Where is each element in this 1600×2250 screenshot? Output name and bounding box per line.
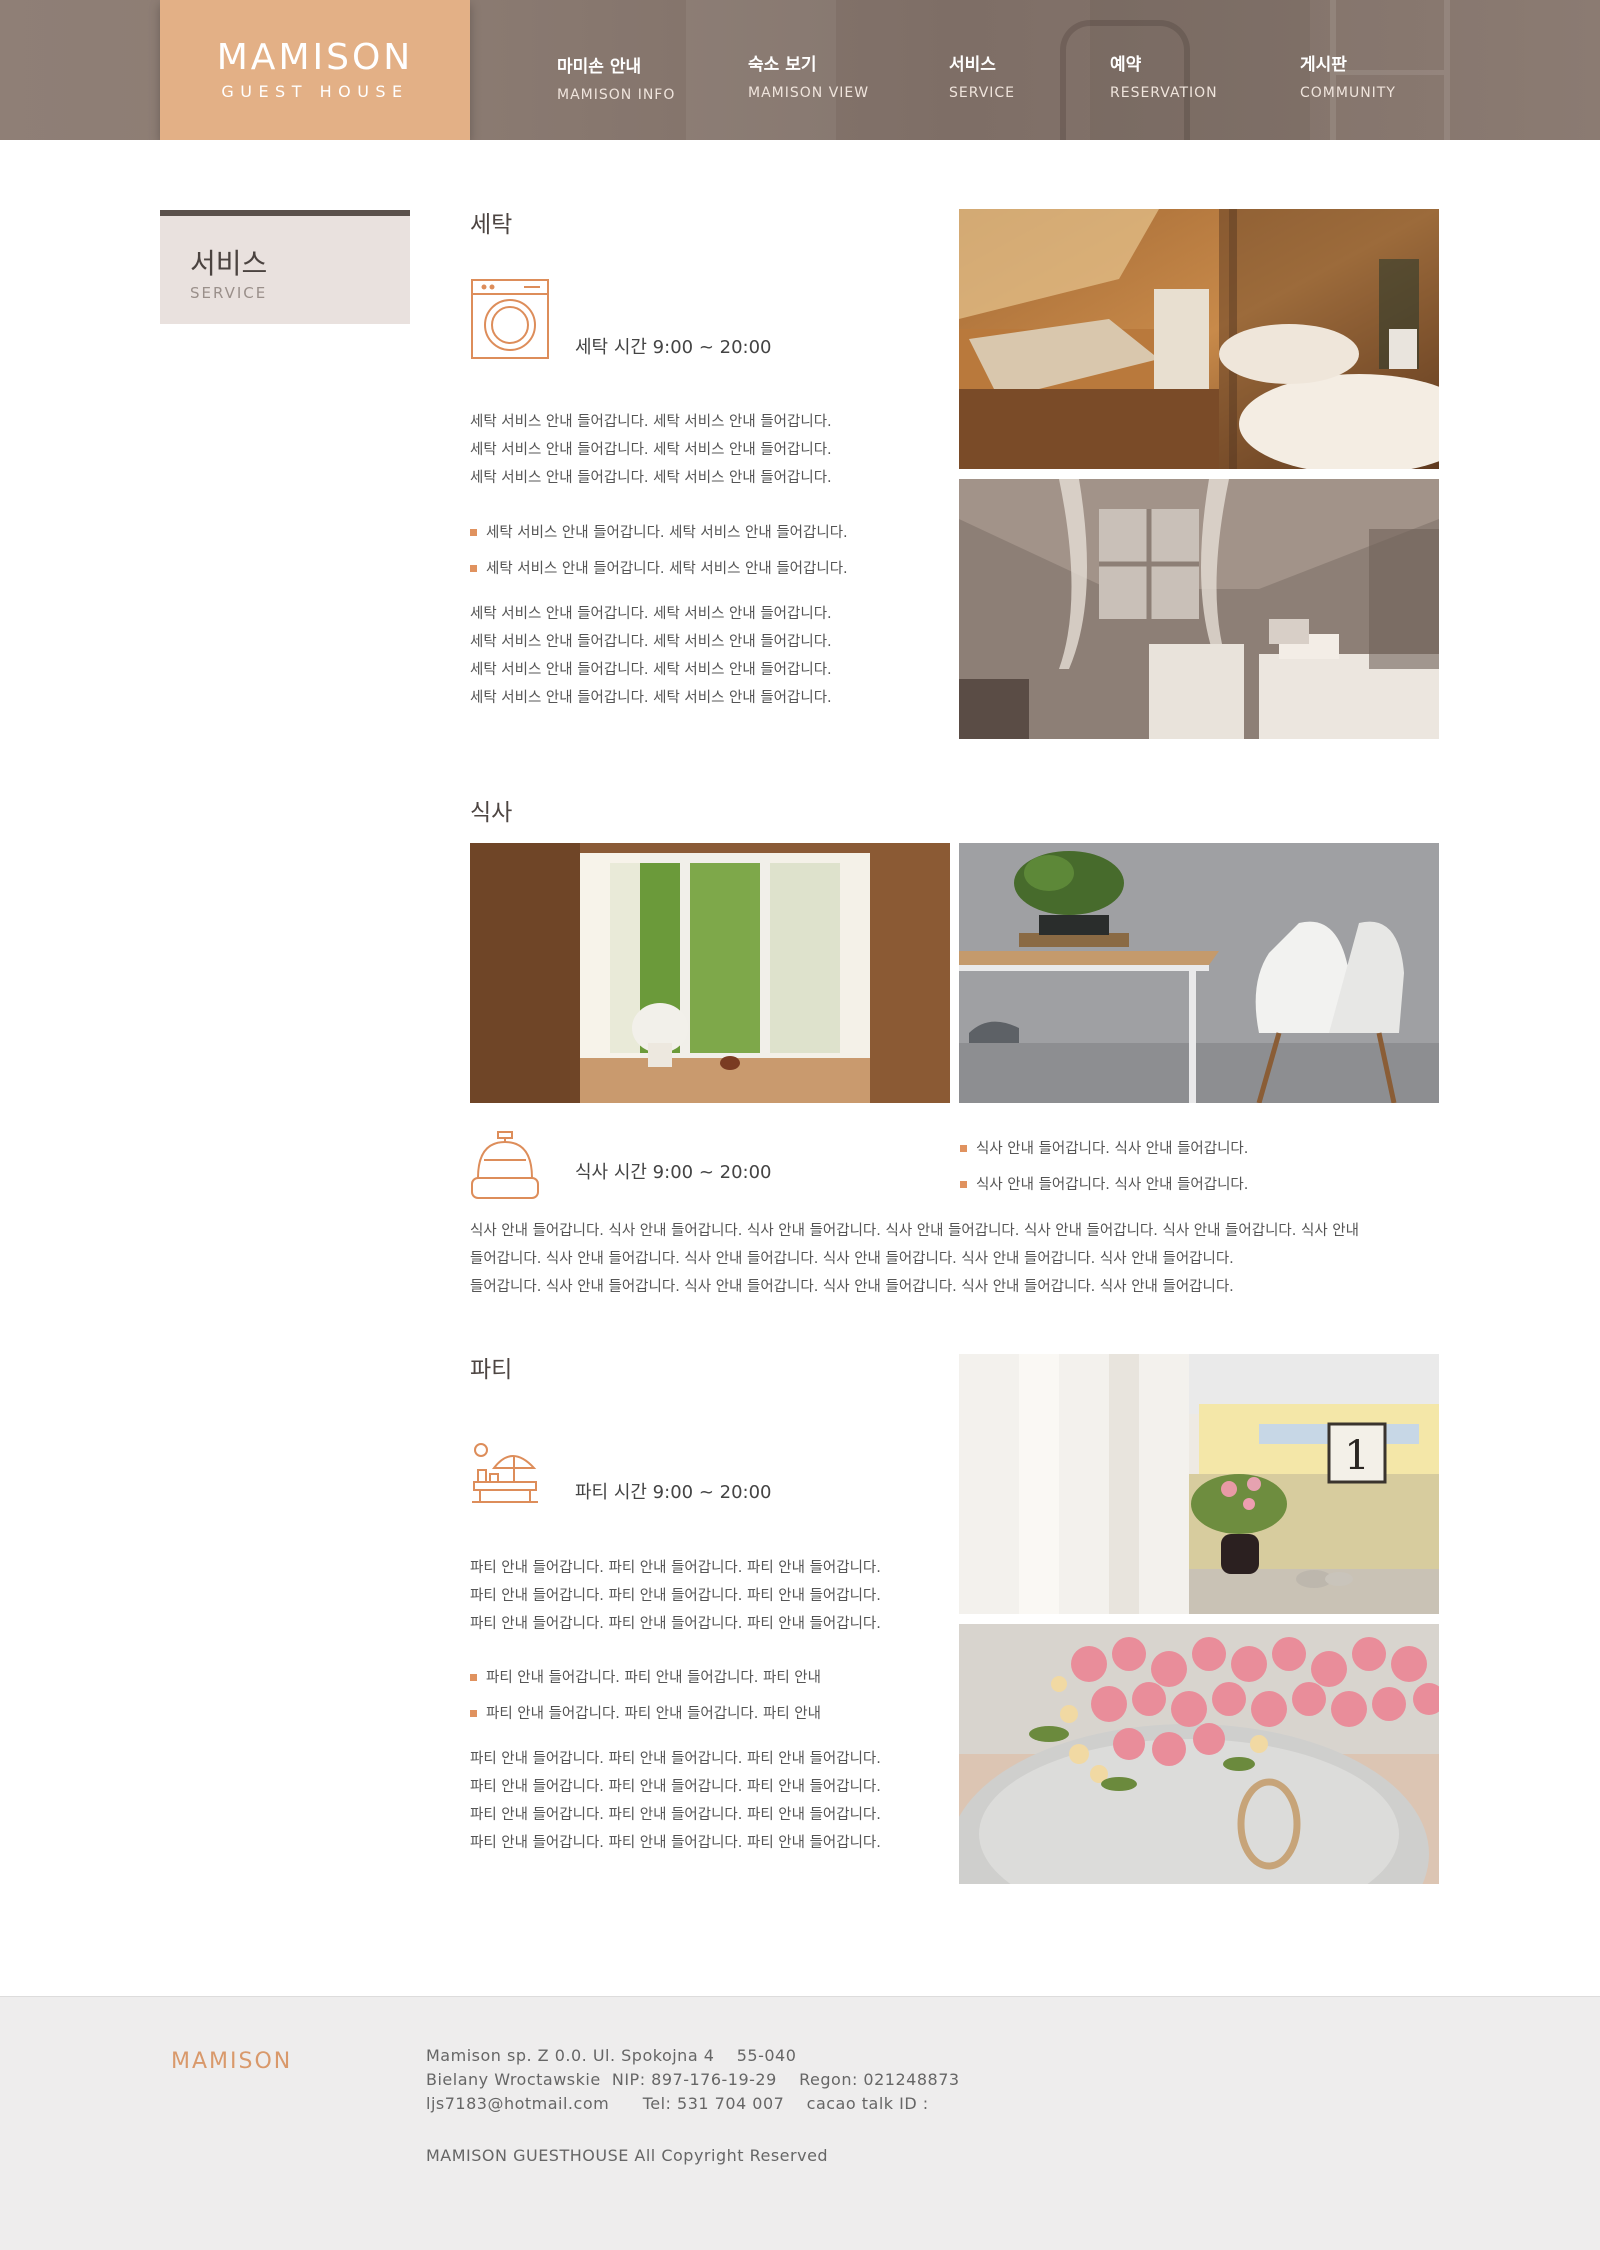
window-photo	[470, 843, 950, 1103]
sidebar-subtitle: SERVICE	[190, 284, 268, 302]
list-item: 파티 안내 들어갑니다. 파티 안내 들어갑니다. 파티 안내	[470, 1702, 821, 1723]
nav-item-mamison-info[interactable]: 마미손 안내 MAMISON INFO	[557, 52, 675, 103]
text-line: 세탁 서비스 안내 들어갑니다. 세탁 서비스 안내 들어갑니다.	[470, 634, 832, 650]
laundry-hours: 세탁 시간 9:00 ~ 20:00	[575, 337, 772, 358]
list-item: 식사 안내 들어갑니다. 식사 안내 들어갑니다.	[960, 1137, 1248, 1158]
site-logo[interactable]: MAMISON GUEST HOUSE	[160, 0, 470, 140]
washing-machine-icon	[471, 279, 549, 359]
bathroom-photo	[959, 209, 1439, 469]
party-hours: 파티 시간 9:00 ~ 20:00	[575, 1482, 772, 1503]
text-line: 식사 안내 들어갑니다. 식사 안내 들어갑니다. 식사 안내 들어갑니다. 식…	[470, 1223, 1359, 1239]
nav-label-ko: 마미손 안내	[557, 57, 642, 77]
party-bullet-list: 파티 안내 들어갑니다. 파티 안내 들어갑니다. 파티 안내 파티 안내 들어…	[470, 1666, 821, 1723]
text-line: 세탁 서비스 안내 들어갑니다. 세탁 서비스 안내 들어갑니다.	[470, 606, 832, 622]
meal-title: 식사	[470, 800, 513, 826]
party-paragraph-1: 파티 안내 들어갑니다. 파티 안내 들어갑니다. 파티 안내 들어갑니다. 파…	[470, 1554, 881, 1638]
laundry-title: 세탁	[470, 212, 513, 238]
text-line: 파티 안내 들어갑니다. 파티 안내 들어갑니다. 파티 안내 들어갑니다.	[470, 1779, 881, 1795]
nav-label-ko: 게시판	[1300, 55, 1347, 75]
text-line: 세탁 서비스 안내 들어갑니다. 세탁 서비스 안내 들어갑니다.	[470, 442, 832, 458]
nav-label-en: COMMUNITY	[1300, 85, 1396, 101]
nav-item-reservation[interactable]: 예약 RESERVATION	[1110, 50, 1218, 101]
footer-business-info: Bielany Wroctawskie NIP: 897-176-19-29 R…	[426, 2070, 960, 2089]
sidebar-title: 서비스	[190, 247, 268, 280]
laundry-paragraph-1: 세탁 서비스 안내 들어갑니다. 세탁 서비스 안내 들어갑니다. 세탁 서비스…	[470, 408, 832, 492]
text-line: 세탁 서비스 안내 들어갑니다. 세탁 서비스 안내 들어갑니다.	[470, 662, 832, 678]
footer-contact: ljs7183@hotmail.com Tel: 531 704 007 cac…	[426, 2094, 929, 2113]
header: MAMISON GUEST HOUSE 마미손 안내 MAMISON INFO …	[0, 0, 1600, 140]
nav-label-en: MAMISON INFO	[557, 87, 676, 103]
party-title: 파티	[470, 1357, 513, 1383]
text-line: 들어갑니다. 식사 안내 들어갑니다. 식사 안내 들어갑니다. 식사 안내 들…	[470, 1279, 1234, 1295]
list-item: 세탁 서비스 안내 들어갑니다. 세탁 서비스 안내 들어갑니다.	[470, 521, 848, 542]
text-line: 들어갑니다. 식사 안내 들어갑니다. 식사 안내 들어갑니다. 식사 안내 들…	[470, 1251, 1234, 1267]
text-line: 파티 안내 들어갑니다. 파티 안내 들어갑니다. 파티 안내 들어갑니다.	[470, 1835, 881, 1851]
dining-table-photo	[959, 843, 1439, 1103]
text-line: 파티 안내 들어갑니다. 파티 안내 들어갑니다. 파티 안내 들어갑니다.	[470, 1807, 881, 1823]
nav-item-service[interactable]: 서비스 SERVICE	[949, 50, 1015, 101]
list-item: 세탁 서비스 안내 들어갑니다. 세탁 서비스 안내 들어갑니다.	[470, 557, 848, 578]
nav-label-ko: 서비스	[949, 55, 996, 75]
text-line: 세탁 서비스 안내 들어갑니다. 세탁 서비스 안내 들어갑니다.	[470, 414, 832, 430]
text-line: 파티 안내 들어갑니다. 파티 안내 들어갑니다. 파티 안내 들어갑니다.	[470, 1588, 881, 1604]
sidebar-section-title[interactable]: 서비스 SERVICE	[160, 210, 410, 324]
number-block-text: 1	[1344, 1433, 1369, 1479]
list-item: 파티 안내 들어갑니다. 파티 안내 들어갑니다. 파티 안내	[470, 1666, 821, 1687]
party-paragraph-2: 파티 안내 들어갑니다. 파티 안내 들어갑니다. 파티 안내 들어갑니다. 파…	[470, 1745, 881, 1857]
nav-label-en: SERVICE	[949, 85, 1016, 101]
footer-address: Mamison sp. Z 0.0. Ul. Spokojna 4 55-040	[426, 2046, 797, 2065]
laundry-paragraph-2: 세탁 서비스 안내 들어갑니다. 세탁 서비스 안내 들어갑니다. 세탁 서비스…	[470, 600, 832, 712]
party-table-icon	[472, 1443, 538, 1503]
text-line: 세탁 서비스 안내 들어갑니다. 세탁 서비스 안내 들어갑니다.	[470, 690, 832, 706]
laundry-bullet-list: 세탁 서비스 안내 들어갑니다. 세탁 서비스 안내 들어갑니다. 세탁 서비스…	[470, 521, 848, 578]
nav-label-en: RESERVATION	[1110, 85, 1218, 101]
roses-photo	[959, 1624, 1439, 1884]
nav-item-community[interactable]: 게시판 COMMUNITY	[1300, 50, 1396, 101]
text-line: 파티 안내 들어갑니다. 파티 안내 들어갑니다. 파티 안내 들어갑니다.	[470, 1560, 881, 1576]
text-line: 세탁 서비스 안내 들어갑니다. 세탁 서비스 안내 들어갑니다.	[470, 470, 832, 486]
flower-window-photo: 1	[959, 1354, 1439, 1614]
bedroom-photo	[959, 479, 1439, 739]
footer: MAMISON Mamison sp. Z 0.0. Ul. Spokojna …	[0, 1996, 1600, 2250]
logo-sub-text: GUEST HOUSE	[221, 82, 409, 101]
nav-label-ko: 숙소 보기	[748, 55, 817, 75]
logo-main-text: MAMISON	[216, 37, 414, 78]
nav-label-ko: 예약	[1110, 55, 1142, 75]
meal-paragraph: 식사 안내 들어갑니다. 식사 안내 들어갑니다. 식사 안내 들어갑니다. 식…	[470, 1217, 1410, 1301]
text-line: 파티 안내 들어갑니다. 파티 안내 들어갑니다. 파티 안내 들어갑니다.	[470, 1616, 881, 1632]
text-line: 파티 안내 들어갑니다. 파티 안내 들어갑니다. 파티 안내 들어갑니다.	[470, 1751, 881, 1767]
footer-copyright: MAMISON GUESTHOUSE All Copyright Reserve…	[426, 2146, 829, 2165]
footer-logo[interactable]: MAMISON	[171, 2049, 292, 2074]
meal-bullet-list: 식사 안내 들어갑니다. 식사 안내 들어갑니다. 식사 안내 들어갑니다. 식…	[960, 1137, 1248, 1194]
nav-item-mamison-view[interactable]: 숙소 보기 MAMISON VIEW	[748, 50, 869, 101]
list-item: 식사 안내 들어갑니다. 식사 안내 들어갑니다.	[960, 1173, 1248, 1194]
nav-label-en: MAMISON VIEW	[748, 85, 870, 101]
meal-hours: 식사 시간 9:00 ~ 20:00	[575, 1162, 772, 1183]
service-bell-icon	[471, 1131, 539, 1199]
